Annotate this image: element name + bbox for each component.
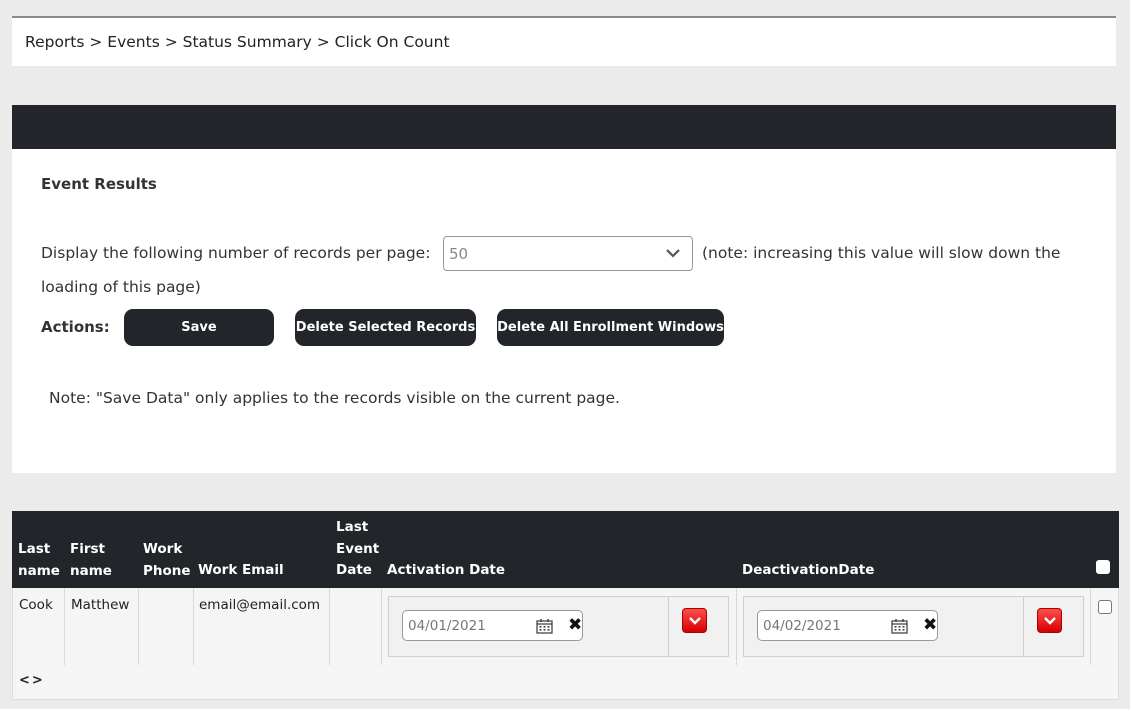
column-divider <box>1090 588 1091 665</box>
picker-divider <box>668 597 669 656</box>
chevron-down-icon <box>689 617 701 625</box>
activation-date-value: 04/01/2021 <box>408 618 486 634</box>
deactivation-dropdown-button[interactable] <box>1037 608 1062 633</box>
deactivation-date-picker: 04/02/2021 ✖ <box>743 596 1084 657</box>
column-divider <box>138 588 139 665</box>
row-select-checkbox[interactable] <box>1098 600 1112 614</box>
column-divider <box>193 588 194 665</box>
event-results-panel: Event Results Display the following numb… <box>12 149 1116 473</box>
save-button[interactable]: Save <box>124 309 274 346</box>
header-work-email[interactable]: Work Email <box>198 560 284 582</box>
breadcrumb[interactable]: Reports > Events > Status Summary > Clic… <box>25 33 450 51</box>
delete-selected-records-button[interactable]: Delete Selected Records <box>295 309 476 346</box>
header-activation-date[interactable]: Activation Date <box>387 560 505 582</box>
select-all-checkbox[interactable] <box>1096 560 1110 574</box>
header-first-name[interactable]: First name <box>70 539 112 582</box>
header-work-phone[interactable]: Work Phone <box>143 539 191 582</box>
column-divider <box>329 588 330 665</box>
breadcrumb-bar: Reports > Events > Status Summary > Clic… <box>12 18 1116 66</box>
records-note-line1: (note: increasing this value will slow d… <box>702 244 1061 262</box>
records-note-line2: loading of this page) <box>41 278 201 296</box>
chevron-down-icon <box>1044 617 1056 625</box>
table-header: Last name First name Work Phone Work Ema… <box>12 511 1119 588</box>
column-divider <box>381 588 382 665</box>
clear-x-icon[interactable]: ✖ <box>923 617 937 634</box>
column-divider <box>64 588 65 665</box>
actions-label: Actions: <box>41 318 110 336</box>
calendar-icon[interactable] <box>891 618 908 634</box>
chevron-down-icon <box>666 249 680 258</box>
activation-dropdown-button[interactable] <box>682 608 707 633</box>
calendar-icon[interactable] <box>536 618 553 634</box>
activation-date-picker: 04/01/2021 ✖ <box>388 596 729 657</box>
header-last-event-date[interactable]: Last Event Date <box>336 517 379 582</box>
table-row: Cook Matthew email@email.com 04/01/2021 … <box>12 588 1119 665</box>
pager-arrows[interactable]: <> <box>19 673 45 688</box>
header-last-name[interactable]: Last name <box>18 539 60 582</box>
clear-x-icon[interactable]: ✖ <box>568 617 582 634</box>
records-per-page-value: 50 <box>449 245 469 263</box>
column-divider <box>736 588 737 665</box>
section-header-bar <box>12 105 1116 149</box>
table-footer: <> <box>12 665 1119 700</box>
save-data-note: Note: "Save Data" only applies to the re… <box>49 389 620 407</box>
delete-all-enrollment-windows-button[interactable]: Delete All Enrollment Windows <box>497 309 724 346</box>
panel-title: Event Results <box>41 175 157 193</box>
header-deactivation-date[interactable]: DeactivationDate <box>742 560 874 582</box>
cell-last-name: Cook <box>19 597 53 613</box>
activation-date-input[interactable]: 04/01/2021 ✖ <box>402 610 583 641</box>
deactivation-date-input[interactable]: 04/02/2021 ✖ <box>757 610 938 641</box>
cell-work-email: email@email.com <box>199 597 321 613</box>
records-per-page-select[interactable]: 50 <box>443 236 693 271</box>
deactivation-date-value: 04/02/2021 <box>763 618 841 634</box>
cell-first-name: Matthew <box>71 597 130 613</box>
records-per-page-label: Display the following number of records … <box>41 244 431 262</box>
picker-divider <box>1023 597 1024 656</box>
